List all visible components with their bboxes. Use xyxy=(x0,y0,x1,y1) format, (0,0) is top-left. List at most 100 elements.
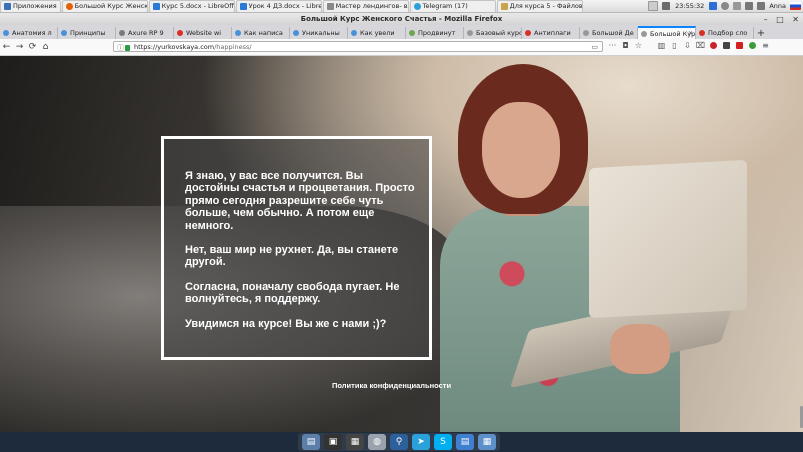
applications-icon xyxy=(4,2,11,10)
tab-label: Продвинут xyxy=(418,29,456,37)
language-flag-icon[interactable] xyxy=(790,2,801,10)
home-button[interactable]: ⌂ xyxy=(39,42,52,52)
quote-paragraph: Увидимся на курсе! Вы же с нами ;)? xyxy=(185,317,387,330)
addon-icon[interactable] xyxy=(723,42,730,49)
tab-favicon-icon xyxy=(177,30,183,36)
tab-favicon-icon xyxy=(583,30,589,36)
maximize-button[interactable]: □ xyxy=(776,15,784,24)
writer-icon xyxy=(239,2,247,10)
network-icon[interactable] xyxy=(662,2,671,10)
adblock-icon[interactable] xyxy=(749,42,756,49)
tab-label: Анатомия л xyxy=(12,29,52,37)
quote-paragraph: Нет, ваш мир не рухнет. Да, вы станете д… xyxy=(185,244,399,269)
reload-button[interactable]: ⟳ xyxy=(26,42,39,52)
tab-label: Большой Де xyxy=(592,29,634,37)
lock-icon[interactable] xyxy=(125,45,130,51)
close-button[interactable]: ✕ xyxy=(792,15,799,24)
pocket-icon[interactable]: ◘ xyxy=(619,41,632,50)
app-tray-icon[interactable] xyxy=(709,2,718,10)
taskbar-item-label: Мастер лендингов- ви... xyxy=(335,2,408,10)
page-viewport: Я знаю, у вас все получится. Вы достойны… xyxy=(0,56,803,432)
library-icon[interactable]: ▥ xyxy=(655,41,668,50)
tab-label: Axure RP 9 xyxy=(128,29,164,37)
writer-icon xyxy=(152,2,160,10)
tab[interactable]: Базовый курс xyxy=(464,27,522,39)
tab[interactable]: Большой Де xyxy=(580,27,638,39)
terminal-icon[interactable]: ▣ xyxy=(324,434,342,450)
tab[interactable]: Антиплаги xyxy=(522,27,580,39)
document-icon[interactable]: ▤ xyxy=(456,434,474,450)
tab[interactable]: Как увели xyxy=(348,27,406,39)
tab[interactable]: Уникальны xyxy=(290,27,348,39)
firefox-icon xyxy=(65,2,73,10)
tab[interactable]: Website wi xyxy=(174,27,232,39)
tab-close-icon[interactable]: ✕ xyxy=(688,30,693,37)
tab[interactable]: Продвинут xyxy=(406,27,464,39)
forward-button[interactable]: → xyxy=(13,42,26,52)
taskbar-item-telegram[interactable]: Telegram (17) xyxy=(409,0,496,12)
skype-icon[interactable]: S xyxy=(434,434,452,450)
tab-favicon-icon xyxy=(467,30,473,36)
reader-view-icon[interactable]: ▭ xyxy=(591,42,598,53)
url-path: /happiness/ xyxy=(214,43,252,51)
tab-active[interactable]: Большой Кур ✕ xyxy=(638,26,696,39)
volume-icon[interactable] xyxy=(745,2,754,10)
wifi-icon[interactable] xyxy=(757,2,766,10)
sidebar-icon[interactable]: ▯ xyxy=(668,41,681,50)
info-icon[interactable]: ⓘ xyxy=(117,43,124,54)
file-manager-icon[interactable]: ▤ xyxy=(302,434,320,450)
bookmark-star-icon[interactable]: ☆ xyxy=(632,41,645,50)
pdf-icon[interactable] xyxy=(736,42,743,49)
video-icon xyxy=(326,2,334,10)
clipboard-icon[interactable] xyxy=(733,2,742,10)
taskbar-item-applications[interactable]: Приложения xyxy=(0,0,61,12)
taskbar-item-files[interactable]: Для курса 5 - Файлов... xyxy=(496,0,583,12)
back-button[interactable]: ← xyxy=(0,42,13,52)
taskbar-item-label: Курс 5.docx - LibreOffic... xyxy=(161,2,234,10)
browser-icon[interactable]: ◍ xyxy=(368,434,386,450)
extension-icon[interactable]: ⇩ xyxy=(681,41,694,50)
clock: 23:55:32 xyxy=(675,2,705,10)
telegram-icon xyxy=(413,2,421,10)
taskbar-item-label: Урок 4 ДЗ.docx - LibreO... xyxy=(248,2,321,10)
tab[interactable]: Принципы xyxy=(58,27,116,39)
quote-paragraph: Я знаю, у вас все получится. Вы достойны… xyxy=(185,170,415,232)
tab-favicon-icon xyxy=(119,30,125,36)
tab[interactable]: Подбор сло xyxy=(696,27,754,39)
tab-label: Базовый курс xyxy=(476,29,522,37)
workspace-icon[interactable] xyxy=(648,1,659,11)
taskbar-item-label: Для курса 5 - Файлов... xyxy=(509,2,583,10)
taskbar-item-firefox[interactable]: Большой Курс Женско... xyxy=(61,0,148,12)
menu-icon[interactable]: ≡ xyxy=(759,41,772,50)
bluetooth-icon[interactable] xyxy=(721,2,730,10)
search-icon[interactable]: ⚲ xyxy=(390,434,408,450)
files-icon[interactable]: ▦ xyxy=(478,434,496,450)
telegram-icon[interactable]: ➤ xyxy=(412,434,430,450)
window-title: Большой Курс Женского Счастья - Mozilla … xyxy=(300,15,503,23)
tab-favicon-icon xyxy=(235,30,241,36)
toolbar-right: ··· ◘ ☆ ▥ ▯ ⇩ ⌧ ≡ xyxy=(606,41,772,50)
tab-label: Как написа xyxy=(244,29,283,37)
user-name[interactable]: Anna xyxy=(769,2,786,10)
taskbar-item-libreoffice-2[interactable]: Урок 4 ДЗ.docx - LibreO... xyxy=(235,0,322,12)
page-actions-button[interactable]: ··· xyxy=(606,41,619,50)
tab[interactable]: Анатомия л xyxy=(0,27,58,39)
tab-strip: Анатомия л Принципы Axure RP 9 Website wi Ка… xyxy=(0,25,803,39)
tab[interactable]: Axure RP 9 xyxy=(116,27,174,39)
taskbar-item-label: Приложения xyxy=(13,2,57,10)
new-tab-button[interactable]: + xyxy=(754,28,768,39)
taskbar-item-video[interactable]: Мастер лендингов- ви... xyxy=(322,0,409,12)
minimize-button[interactable]: – xyxy=(764,15,768,24)
screenshot-icon[interactable]: ⌧ xyxy=(694,41,707,50)
tab[interactable]: Как написа xyxy=(232,27,290,39)
address-bar[interactable]: ⓘ https://yurkovskaya.com/happiness/ ▭ xyxy=(113,41,603,52)
tab-label: Принципы xyxy=(70,29,106,37)
privacy-policy-link[interactable]: Политика конфиденциальности xyxy=(332,381,451,390)
pinterest-icon[interactable] xyxy=(710,42,717,49)
laptop-image xyxy=(589,159,747,319)
tab-favicon-icon xyxy=(525,30,531,36)
quote-box: Я знаю, у вас все получится. Вы достойны… xyxy=(161,136,432,360)
navigation-toolbar: ← → ⟳ ⌂ ⓘ https://yurkovskaya.com/happin… xyxy=(0,39,803,56)
taskbar-item-libreoffice-1[interactable]: Курс 5.docx - LibreOffic... xyxy=(148,0,235,12)
text-editor-icon[interactable]: ▦ xyxy=(346,434,364,450)
